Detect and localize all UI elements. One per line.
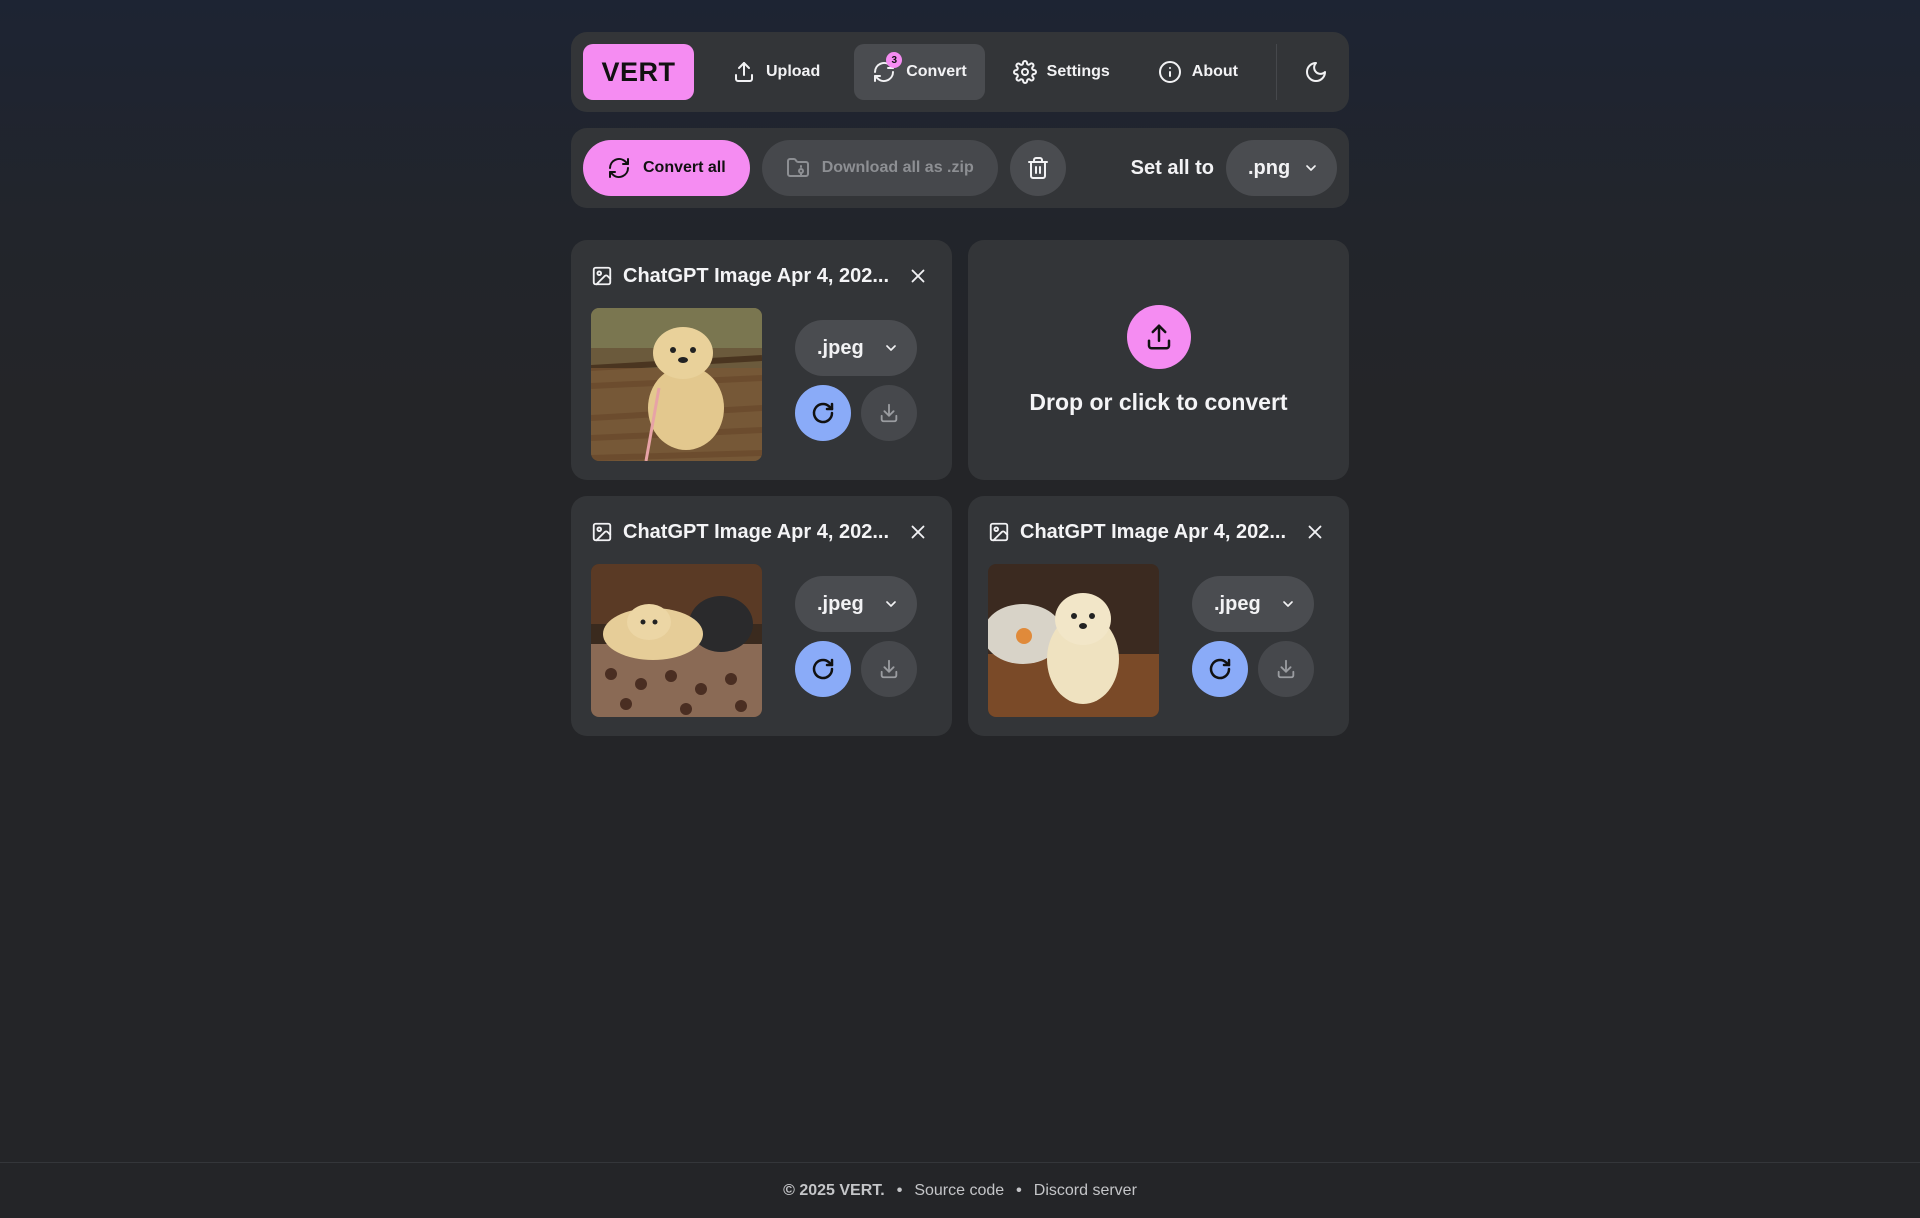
set-all-format-select[interactable]: .png [1226, 140, 1337, 196]
download-file-button[interactable] [861, 385, 917, 441]
download-zip-button[interactable]: Download all as .zip [761, 140, 998, 196]
discord-server-link[interactable]: Discord server [1034, 1182, 1137, 1200]
remove-file-button[interactable] [904, 518, 932, 546]
file-name: ChatGPT Image Apr 4, 202... [623, 520, 890, 543]
upload-icon [1126, 304, 1191, 369]
file-card: ChatGPT Image Apr 4, 202... .jpeg [571, 496, 952, 736]
convert-count-badge: 3 [886, 52, 903, 68]
convert-file-button[interactable] [1192, 641, 1248, 697]
info-icon [1158, 61, 1181, 83]
set-all-group: Set all to .png [1131, 140, 1337, 196]
nav-upload-label: Upload [766, 63, 821, 80]
chevron-down-icon [886, 345, 896, 351]
file-thumbnail [988, 564, 1159, 717]
nav-convert[interactable]: 3 Convert [854, 44, 985, 100]
folder-archive-icon [786, 158, 809, 177]
file-thumbnail [591, 564, 762, 717]
rotate-icon [812, 658, 834, 680]
file-format-value: .jpeg [1214, 592, 1261, 615]
remove-file-button[interactable] [1301, 518, 1329, 546]
gear-icon [1012, 60, 1037, 84]
nav-divider [1276, 44, 1277, 100]
rotate-icon [812, 402, 834, 424]
file-format-select[interactable]: .jpeg [795, 576, 917, 632]
upload-icon [735, 62, 753, 82]
file-format-select[interactable]: .jpeg [795, 320, 917, 376]
file-format-value: .jpeg [817, 592, 864, 615]
file-name: ChatGPT Image Apr 4, 202... [623, 264, 890, 287]
nav-about[interactable]: About [1140, 44, 1256, 100]
clear-all-button[interactable] [1009, 140, 1066, 196]
convert-file-button[interactable] [795, 641, 851, 697]
download-icon [1277, 659, 1295, 679]
chevron-down-icon [1306, 165, 1316, 171]
nav-about-label: About [1191, 63, 1238, 80]
download-file-button[interactable] [861, 641, 917, 697]
download-zip-label: Download all as .zip [821, 159, 974, 176]
set-all-label: Set all to [1130, 156, 1214, 179]
download-file-button[interactable] [1258, 641, 1314, 697]
footer-separator: • [1016, 1181, 1022, 1199]
file-name: ChatGPT Image Apr 4, 202... [1020, 520, 1287, 543]
convert-all-button[interactable]: Convert all [583, 140, 750, 196]
copyright-text: © 2025 VERT. [783, 1181, 885, 1199]
file-thumbnail [591, 308, 762, 461]
nav-settings[interactable]: Settings [995, 44, 1128, 100]
top-navbar: VERT Upload 3 Convert Settings About [571, 32, 1349, 112]
convert-all-label: Convert all [643, 159, 726, 176]
close-icon [911, 269, 925, 283]
chevron-down-icon [886, 601, 896, 607]
refresh-icon [609, 158, 629, 178]
download-icon [880, 403, 898, 423]
source-code-link[interactable]: Source code [914, 1182, 1004, 1200]
file-format-select[interactable]: .jpeg [1192, 576, 1314, 632]
rotate-icon [1209, 658, 1231, 680]
nav-convert-label: Convert [906, 63, 967, 80]
file-format-value: .jpeg [817, 336, 864, 359]
close-icon [1308, 525, 1322, 539]
footer-separator: • [896, 1181, 903, 1199]
file-card-header: ChatGPT Image Apr 4, 202... [988, 516, 1329, 548]
conversion-toolbar: Convert all Download all as .zip Set all… [571, 128, 1349, 208]
nav-settings-label: Settings [1046, 63, 1110, 80]
nav-upload[interactable]: Upload [714, 44, 838, 100]
dropzone[interactable]: Drop or click to convert [968, 240, 1349, 480]
moon-icon [1306, 62, 1326, 82]
remove-file-button[interactable] [904, 262, 932, 290]
file-card-header: ChatGPT Image Apr 4, 202... [591, 260, 932, 292]
trash-icon [1027, 157, 1048, 179]
vert-logo[interactable]: VERT [583, 44, 694, 100]
image-icon [592, 266, 612, 286]
file-card: ChatGPT Image Apr 4, 202... .jpeg [571, 240, 952, 480]
footer: © 2025 VERT. • Source code • Discord ser… [0, 1162, 1920, 1218]
dropzone-label: Drop or click to convert [1029, 388, 1288, 415]
file-card: ChatGPT Image Apr 4, 202... .jpeg [968, 496, 1349, 736]
image-icon [989, 522, 1009, 542]
convert-file-button[interactable] [795, 385, 851, 441]
refresh-icon: 3 [872, 52, 903, 84]
file-actions [1192, 641, 1314, 697]
image-icon [592, 522, 612, 542]
download-icon [880, 659, 898, 679]
file-card-header: ChatGPT Image Apr 4, 202... [591, 516, 932, 548]
file-actions [795, 385, 917, 441]
file-actions [795, 641, 917, 697]
set-all-format-value: .png [1248, 156, 1291, 179]
close-icon [911, 525, 925, 539]
theme-toggle-button[interactable] [1301, 57, 1331, 87]
chevron-down-icon [1283, 601, 1293, 607]
